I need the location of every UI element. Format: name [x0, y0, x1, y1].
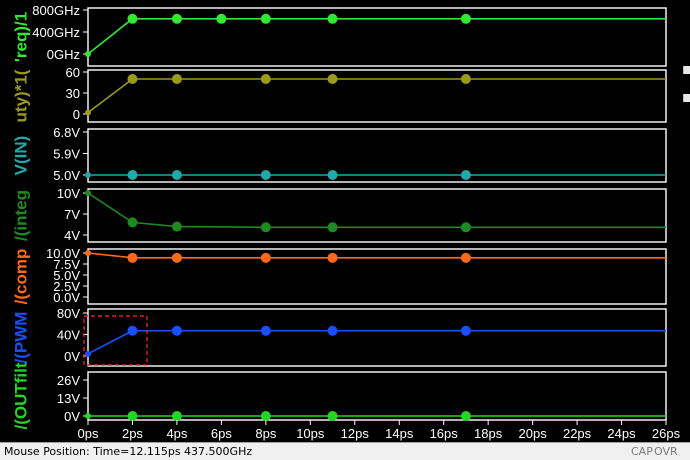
- y-tick-label: 0.0V: [53, 290, 80, 305]
- x-tick-label: 16ps: [430, 426, 459, 441]
- y-tick-label: 26V: [57, 373, 80, 388]
- x-tick-label: 6ps: [211, 426, 232, 441]
- x-tick-label: 18ps: [474, 426, 503, 441]
- y-tick-label: 0V: [64, 349, 80, 364]
- y-tick-label: 5.9V: [53, 147, 80, 162]
- data-point: [85, 190, 91, 196]
- data-point: [327, 13, 338, 24]
- status-bar: Mouse Position: Time=12.115ps 437.500GHz…: [0, 442, 690, 460]
- overwrite-indicator: OVR: [654, 445, 678, 458]
- data-point: [127, 217, 138, 228]
- data-point: [127, 325, 138, 336]
- trace-freq: [87, 17, 666, 55]
- y-tick-label: 30: [66, 86, 80, 101]
- x-tick-label: 12ps: [341, 426, 370, 441]
- data-point: [85, 51, 91, 57]
- trace-label-integ: /(integ: [11, 190, 30, 241]
- selection-rectangle: [83, 315, 148, 366]
- y-tick-label: 40V: [57, 328, 80, 343]
- data-point: [460, 411, 471, 421]
- data-point: [216, 13, 227, 24]
- data-point: [327, 325, 338, 336]
- y-tick-label: 13V: [57, 391, 80, 406]
- data-point: [260, 411, 271, 421]
- data-point: [260, 252, 271, 263]
- trace-label-freq: 'req)/1: [11, 12, 30, 62]
- y-tick-label: 7V: [64, 207, 80, 222]
- y-tick-label: 10V: [57, 186, 80, 201]
- data-point: [327, 222, 338, 233]
- data-point: [85, 172, 91, 178]
- data-point: [171, 252, 182, 263]
- x-tick-label: 26ps: [652, 426, 681, 441]
- data-point: [460, 222, 471, 233]
- data-point: [327, 74, 338, 84]
- data-point: [460, 325, 471, 336]
- data-point: [171, 221, 182, 232]
- x-tick-label: 8ps: [255, 426, 276, 441]
- x-tick-label: 4ps: [166, 426, 187, 441]
- data-point: [171, 170, 182, 180]
- trace-duty: [87, 78, 666, 114]
- data-point: [85, 250, 91, 256]
- trace-label-duty: uty)*1(: [11, 69, 30, 122]
- data-point: [171, 13, 182, 24]
- data-point: [460, 252, 471, 263]
- y-tick-label: 60: [66, 65, 80, 80]
- data-point: [171, 411, 182, 421]
- data-point: [260, 74, 271, 84]
- x-tick-label: 14ps: [385, 426, 414, 441]
- data-point: [327, 170, 338, 180]
- data-point: [127, 13, 138, 24]
- data-point: [327, 411, 338, 421]
- caps-indicator: CAP: [631, 445, 653, 458]
- pane-frame-integ[interactable]: [87, 188, 667, 243]
- y-tick-label: 0GHz: [47, 47, 80, 62]
- data-point: [327, 252, 338, 263]
- y-tick-label: 0: [73, 107, 80, 122]
- data-point: [171, 74, 182, 84]
- data-point: [127, 411, 138, 421]
- pane-frame-pwm[interactable]: [87, 308, 667, 367]
- data-point: [260, 222, 271, 233]
- data-point: [260, 13, 271, 24]
- y-tick-label: 80V: [57, 306, 80, 321]
- scroll-indicator-top[interactable]: [683, 66, 690, 74]
- x-tick-label: 20ps: [519, 426, 548, 441]
- data-point: [460, 170, 471, 180]
- x-tick-label: 0ps: [78, 426, 99, 441]
- y-tick-label: 5.0V: [53, 168, 80, 183]
- data-point: [85, 350, 91, 357]
- x-tick-label: 22ps: [563, 426, 592, 441]
- trace-label-outfilt: /(OUTfilt: [11, 362, 30, 429]
- trace-label-vin: V(IN): [11, 136, 30, 176]
- y-tick-label: 400GHz: [32, 25, 80, 40]
- y-tick-label: 4V: [64, 228, 80, 243]
- trace-label-pwm: /(PWM: [11, 312, 30, 364]
- waveform-plot-area[interactable]: 'req)/1800GHz 400GHz 0GHz uty)*1( 60 30 0 V(IN)…: [0, 0, 690, 442]
- x-tick-label: 2ps: [122, 426, 143, 441]
- data-point: [127, 74, 138, 84]
- x-tick-label: 24ps: [607, 426, 636, 441]
- data-point: [171, 325, 182, 336]
- data-point: [127, 170, 138, 180]
- data-point: [127, 252, 138, 263]
- x-tick-label: 10ps: [296, 426, 325, 441]
- data-point: [460, 13, 471, 24]
- data-point: [460, 74, 471, 84]
- y-tick-label: 6.8V: [53, 125, 80, 140]
- data-point: [260, 170, 271, 180]
- y-tick-label: 0V: [64, 409, 80, 424]
- scroll-indicator-mid[interactable]: [683, 94, 690, 102]
- mouse-position-readout: Mouse Position: Time=12.115ps 437.500GHz: [4, 445, 253, 458]
- data-point: [85, 109, 91, 116]
- data-point: [260, 325, 271, 336]
- data-point: [85, 413, 91, 419]
- y-tick-label: 800GHz: [32, 3, 80, 18]
- trace-label-comp: /(comp: [11, 249, 30, 305]
